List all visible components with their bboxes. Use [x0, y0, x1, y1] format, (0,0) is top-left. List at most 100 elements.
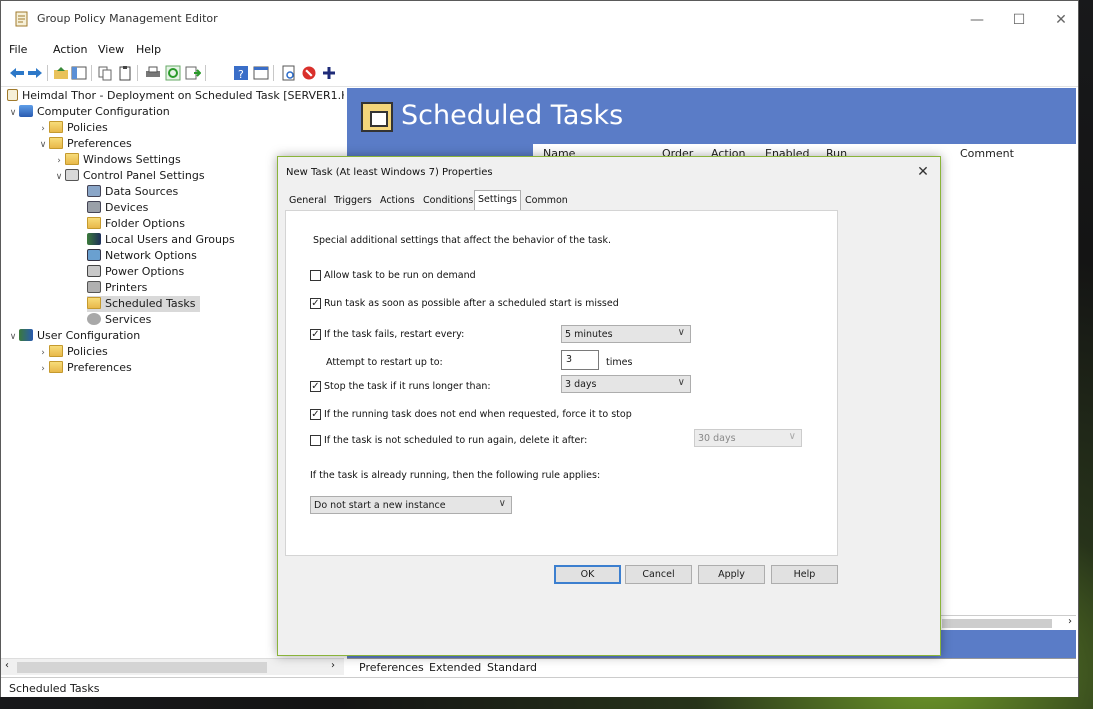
menu-file[interactable]: File — [9, 43, 27, 56]
chevron-down-icon[interactable]: ∨ — [53, 169, 65, 185]
help-icon[interactable]: ? — [233, 65, 249, 81]
chevron-down-icon[interactable]: ∨ — [7, 329, 19, 345]
horizontal-scrollbar[interactable]: › — [939, 615, 1076, 630]
tree-control-panel-settings[interactable]: ∨ Control Panel Settings — [53, 168, 205, 184]
scroll-right-icon[interactable]: › — [1068, 616, 1072, 627]
dialog-close-button[interactable]: ✕ — [912, 162, 934, 182]
run-asap-checkbox[interactable]: ✓ — [310, 298, 321, 309]
tab-extended[interactable]: Extended — [429, 661, 481, 674]
tree-user-configuration[interactable]: ∨ User Configuration — [7, 328, 140, 344]
tab-general[interactable]: General — [286, 192, 329, 210]
panel-title: Scheduled Tasks — [401, 100, 624, 131]
tree-printers[interactable]: Printers — [87, 280, 147, 296]
show-hide-tree-icon[interactable] — [71, 65, 87, 81]
tree-services[interactable]: Services — [87, 312, 151, 328]
data-sources-icon — [87, 185, 101, 197]
tree-scheduled-tasks[interactable]: Scheduled Tasks — [87, 296, 200, 312]
services-gear-icon — [87, 313, 101, 325]
tab-settings[interactable]: Settings — [474, 190, 521, 211]
tree-windows-settings[interactable]: › Windows Settings — [53, 152, 181, 168]
stop-longer-label: Stop the task if it runs longer than: — [324, 381, 491, 392]
view-tabs: Preferences Extended Standard — [347, 658, 1076, 675]
dialog-title: New Task (At least Windows 7) Properties — [286, 167, 493, 178]
tab-standard[interactable]: Standard — [487, 661, 537, 674]
copy-icon[interactable] — [97, 65, 113, 81]
delete-after-dropdown[interactable]: 30 days ∨ — [694, 429, 802, 447]
running-rule-dropdown[interactable]: Do not start a new instance ∨ — [310, 496, 512, 514]
task-properties-dialog: New Task (At least Windows 7) Properties… — [277, 156, 941, 656]
menu-help[interactable]: Help — [136, 43, 161, 56]
tree-computer-configuration[interactable]: ∨ Computer Configuration — [7, 104, 170, 120]
restart-count-input[interactable]: 3 — [561, 350, 599, 370]
column-comment[interactable]: Comment — [960, 147, 1014, 160]
tab-triggers[interactable]: Triggers — [331, 192, 375, 210]
chevron-right-icon[interactable]: › — [37, 345, 49, 361]
title-bar: Group Policy Management Editor — ☐ ✕ — [1, 1, 1078, 37]
tab-preferences[interactable]: Preferences — [359, 661, 424, 674]
tree-user-policies[interactable]: › Policies — [37, 344, 108, 360]
paste-icon[interactable] — [117, 65, 133, 81]
chevron-down-icon: ∨ — [788, 431, 796, 442]
tree-root[interactable]: Heimdal Thor - Deployment on Scheduled T… — [7, 88, 344, 104]
scrollbar-thumb[interactable] — [942, 619, 1052, 628]
refresh-icon[interactable] — [165, 65, 181, 81]
chevron-down-icon[interactable]: ∨ — [7, 105, 19, 121]
minimize-button[interactable]: — — [959, 9, 995, 31]
chevron-right-icon[interactable]: › — [37, 121, 49, 137]
scroll-right-icon[interactable]: › — [331, 660, 335, 671]
scheduled-tasks-icon — [87, 297, 101, 309]
tree-data-sources[interactable]: Data Sources — [87, 184, 178, 200]
help-button[interactable]: Help — [771, 565, 838, 584]
user-icon — [19, 329, 33, 341]
close-button[interactable]: ✕ — [1043, 9, 1079, 31]
up-folder-icon[interactable] — [53, 65, 69, 81]
force-stop-checkbox[interactable]: ✓ — [310, 409, 321, 420]
tree-power-options[interactable]: Power Options — [87, 264, 184, 280]
tree-local-users-groups[interactable]: Local Users and Groups — [87, 232, 235, 248]
folder-icon — [65, 153, 79, 165]
stop-duration-dropdown[interactable]: 3 days ∨ — [561, 375, 691, 393]
ok-button[interactable]: OK — [554, 565, 621, 584]
printer-icon — [87, 281, 101, 293]
tree-scrollbar[interactable]: ‹ › — [1, 658, 344, 675]
cancel-button[interactable]: Cancel — [625, 565, 692, 584]
chevron-down-icon[interactable]: ∨ — [37, 137, 49, 153]
scroll-left-icon[interactable]: ‹ — [5, 660, 9, 671]
forward-arrow-icon[interactable] — [27, 65, 43, 81]
stop-icon[interactable] — [301, 65, 317, 81]
allow-on-demand-checkbox[interactable] — [310, 270, 321, 281]
back-arrow-icon[interactable] — [9, 65, 25, 81]
restart-interval-dropdown[interactable]: 5 minutes ∨ — [561, 325, 691, 343]
tree-devices[interactable]: Devices — [87, 200, 148, 216]
computer-icon — [19, 105, 33, 117]
menu-bar: File Action View Help — [1, 37, 1078, 61]
maximize-button[interactable]: ☐ — [1001, 9, 1037, 31]
stop-longer-checkbox[interactable]: ✓ — [310, 381, 321, 392]
tree-network-options[interactable]: Network Options — [87, 248, 197, 264]
chevron-right-icon[interactable]: › — [37, 361, 49, 377]
tree-folder-options[interactable]: Folder Options — [87, 216, 185, 232]
settings-intro: Special additional settings that affect … — [313, 235, 611, 246]
menu-action[interactable]: Action — [53, 43, 87, 56]
rule-label: If the task is already running, then the… — [310, 470, 601, 481]
folder-icon — [49, 137, 63, 149]
svg-text:?: ? — [238, 68, 244, 81]
tab-conditions[interactable]: Conditions — [420, 192, 476, 210]
folder-icon — [49, 345, 63, 357]
tab-common[interactable]: Common — [522, 192, 571, 210]
properties-icon[interactable] — [253, 65, 269, 81]
tree-preferences[interactable]: ∨ Preferences — [37, 136, 132, 152]
tree-user-preferences[interactable]: › Preferences — [37, 360, 132, 376]
chevron-right-icon[interactable]: › — [53, 153, 65, 169]
print-icon[interactable] — [145, 65, 161, 81]
export-list-icon[interactable] — [185, 65, 201, 81]
tree-policies[interactable]: › Policies — [37, 120, 108, 136]
apply-button[interactable]: Apply — [698, 565, 765, 584]
delete-after-checkbox[interactable] — [310, 435, 321, 446]
scrollbar-thumb[interactable] — [17, 662, 267, 673]
tab-actions[interactable]: Actions — [377, 192, 418, 210]
restart-every-checkbox[interactable]: ✓ — [310, 329, 321, 340]
add-icon[interactable] — [321, 65, 337, 81]
menu-view[interactable]: View — [98, 43, 124, 56]
preview-icon[interactable] — [281, 65, 297, 81]
